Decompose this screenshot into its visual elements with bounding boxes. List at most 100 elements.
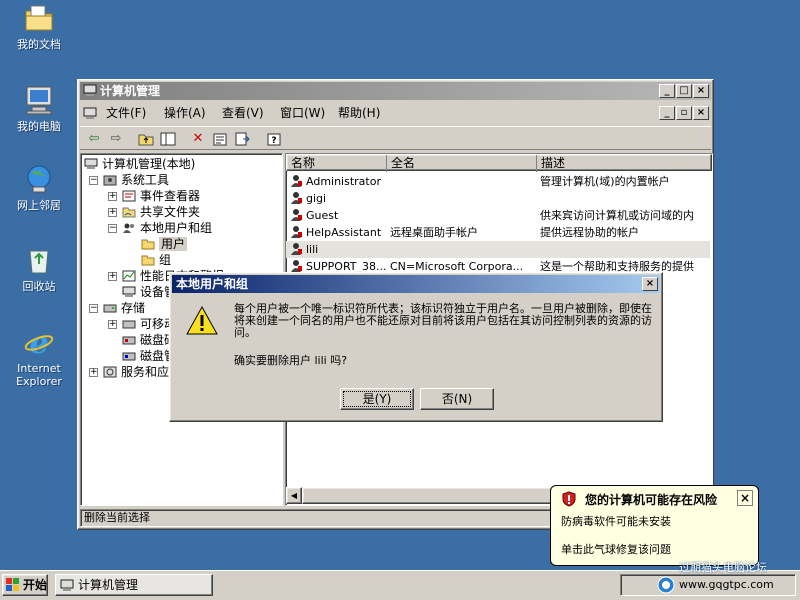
taskbar-item-label: 计算机管理 xyxy=(78,578,139,592)
maximize-button[interactable]: □ xyxy=(676,84,692,98)
expand-toggle[interactable]: + xyxy=(108,192,117,201)
user-icon xyxy=(290,208,303,221)
child-restore-button[interactable]: ▫ xyxy=(676,106,692,120)
desktop-icon-my-documents[interactable]: 我的文档 xyxy=(0,2,78,51)
tree-label: 事件查看器 xyxy=(140,189,201,203)
recycle-bin-icon xyxy=(23,244,55,276)
up-folder-icon[interactable] xyxy=(136,129,156,149)
security-balloon[interactable]: 您的计算机可能存在风险 × 防病毒软件可能未安装 单击此气球修复该问题 xyxy=(550,485,759,566)
menu-help[interactable]: 帮助(H) xyxy=(338,104,380,122)
balloon-line1: 防病毒软件可能未安装 xyxy=(561,515,671,528)
expand-toggle[interactable]: + xyxy=(108,320,117,329)
tree-item-system-tools[interactable]: 系统工具 xyxy=(103,172,169,188)
collapse-toggle[interactable]: − xyxy=(89,304,98,313)
table-row[interactable]: HelpAssistant 远程桌面助手帐户 提供远程协助的帐户 xyxy=(286,224,710,241)
tree-item-storage[interactable]: 存储 xyxy=(103,300,145,316)
collapse-toggle[interactable]: − xyxy=(89,176,98,185)
menu-file[interactable]: 文件(F) xyxy=(106,104,146,122)
tree-label: 用户 xyxy=(159,237,188,251)
table-row[interactable]: Administrator 管理计算机(域)的内置帐户 xyxy=(286,173,710,190)
back-arrow-icon[interactable]: ⇦ xyxy=(84,129,104,149)
minimize-button[interactable]: _ xyxy=(659,84,675,98)
help-icon[interactable]: ? xyxy=(264,129,284,149)
desktop-icon-recycle-bin[interactable]: 回收站 xyxy=(0,244,78,293)
yes-button[interactable]: 是(Y) xyxy=(340,388,414,410)
menu-window[interactable]: 窗口(W) xyxy=(280,104,325,122)
services-icon xyxy=(103,366,117,378)
user-name: Guest xyxy=(306,209,339,222)
dialog-title: 本地用户和组 xyxy=(176,277,249,291)
expand-toggle[interactable]: + xyxy=(108,272,117,281)
user-fullname: 远程桌面助手帐户 xyxy=(390,226,478,239)
user-description: 供来宾访问计算机或访问域的内 xyxy=(540,209,694,222)
export-list-icon[interactable] xyxy=(232,129,252,149)
dialog-message: 每个用户被一个唯一标识符所代表；该标识符独立于用户名。一旦用户被删除，即使在将来… xyxy=(234,302,652,339)
start-label: 开始 xyxy=(23,578,48,592)
desktop-icon-network[interactable]: 网上邻居 xyxy=(0,163,78,212)
folder-icon xyxy=(23,2,55,34)
tree-item-groups[interactable]: 组 xyxy=(141,252,171,268)
delete-icon[interactable]: ✕ xyxy=(188,129,208,149)
expand-toggle[interactable]: + xyxy=(108,208,117,217)
windows-logo-icon xyxy=(6,578,20,592)
table-row[interactable]: Guest 供来宾访问计算机或访问域的内 xyxy=(286,207,710,224)
dialog-question: 确实要删除用户 lili 吗? xyxy=(234,354,348,367)
taskbar: 开始 计算机管理 过期猫头电脑论坛 www.gqgtpc.com xyxy=(0,561,800,600)
table-row-selected[interactable]: lili xyxy=(286,241,710,258)
child-close-button[interactable]: × xyxy=(693,106,709,120)
child-minimize-button[interactable]: _ xyxy=(659,106,675,120)
forward-arrow-icon[interactable]: ⇨ xyxy=(106,129,126,149)
defrag-icon xyxy=(122,334,136,346)
desktop-icon-my-computer[interactable]: 我的电脑 xyxy=(0,84,78,133)
collapse-toggle[interactable]: − xyxy=(108,224,117,233)
tree-item-root[interactable]: 计算机管理(本地) xyxy=(84,156,195,172)
confirm-delete-dialog: 本地用户和组 × 每个用户被一个唯一标识符所代表；该标识符独立于用户名。一旦用户… xyxy=(169,272,663,422)
folder-open-icon xyxy=(141,238,155,250)
tree-item-shared-folders[interactable]: 共享文件夹 xyxy=(122,204,200,220)
balloon-close-button[interactable]: × xyxy=(737,490,753,506)
start-button[interactable]: 开始 xyxy=(2,574,48,596)
scroll-left-button[interactable]: ◀ xyxy=(286,487,302,504)
tree-label: 共享文件夹 xyxy=(140,205,201,219)
column-fullname[interactable]: 全名 xyxy=(387,155,537,172)
tree-label: 计算机管理(本地) xyxy=(102,157,196,171)
column-name[interactable]: 名称 xyxy=(287,155,387,172)
no-button[interactable]: 否(N) xyxy=(420,388,494,410)
desktop-icon-label: 网上邻居 xyxy=(17,199,61,212)
desktop-icon-label: 我的文档 xyxy=(17,38,61,51)
user-name: gigi xyxy=(306,192,327,205)
tree-label: 组 xyxy=(159,253,172,267)
expand-toggle[interactable]: + xyxy=(89,368,98,377)
dialog-close-button[interactable]: × xyxy=(642,277,658,291)
user-icon xyxy=(290,242,303,255)
table-row[interactable]: gigi xyxy=(286,190,710,207)
computer-management-icon xyxy=(60,578,74,591)
taskbar-item-computer-management[interactable]: 计算机管理 xyxy=(55,574,213,596)
internet-explorer-icon: e xyxy=(23,326,55,361)
tree-item-event-viewer[interactable]: 事件查看器 xyxy=(122,188,200,204)
menu-view[interactable]: 查看(V) xyxy=(222,104,264,122)
show-tree-icon[interactable] xyxy=(158,129,178,149)
watermark-text-1: 过期猫头电脑论坛 xyxy=(679,561,767,574)
status-bar: 删除当前选择 xyxy=(80,509,560,527)
user-icon xyxy=(290,191,303,204)
user-description: 提供远程协助的帐户 xyxy=(540,226,639,239)
svg-text:?: ? xyxy=(271,136,276,146)
users-group-icon xyxy=(122,222,136,234)
properties-icon[interactable] xyxy=(210,129,230,149)
tree-item-local-users-groups[interactable]: 本地用户和组 xyxy=(122,220,212,236)
tree-item-users[interactable]: 用户 xyxy=(141,236,188,252)
watermark-text-2: www.gqgtpc.com xyxy=(679,578,774,591)
network-icon xyxy=(23,163,55,195)
desktop-icon-ie[interactable]: e Internet Explorer xyxy=(0,326,78,388)
window-app-icon xyxy=(83,84,97,97)
close-button[interactable]: × xyxy=(693,84,709,98)
desktop-icon-label: 我的电脑 xyxy=(17,120,61,133)
tree-label: 本地用户和组 xyxy=(140,221,213,235)
computer-management-icon xyxy=(84,158,98,170)
removable-storage-icon xyxy=(122,318,136,330)
menu-action[interactable]: 操作(A) xyxy=(164,104,206,122)
column-description[interactable]: 描述 xyxy=(537,155,712,172)
user-description: 管理计算机(域)的内置帐户 xyxy=(540,175,670,188)
window-titlebar: 计算机管理 _ □ × xyxy=(80,82,711,100)
